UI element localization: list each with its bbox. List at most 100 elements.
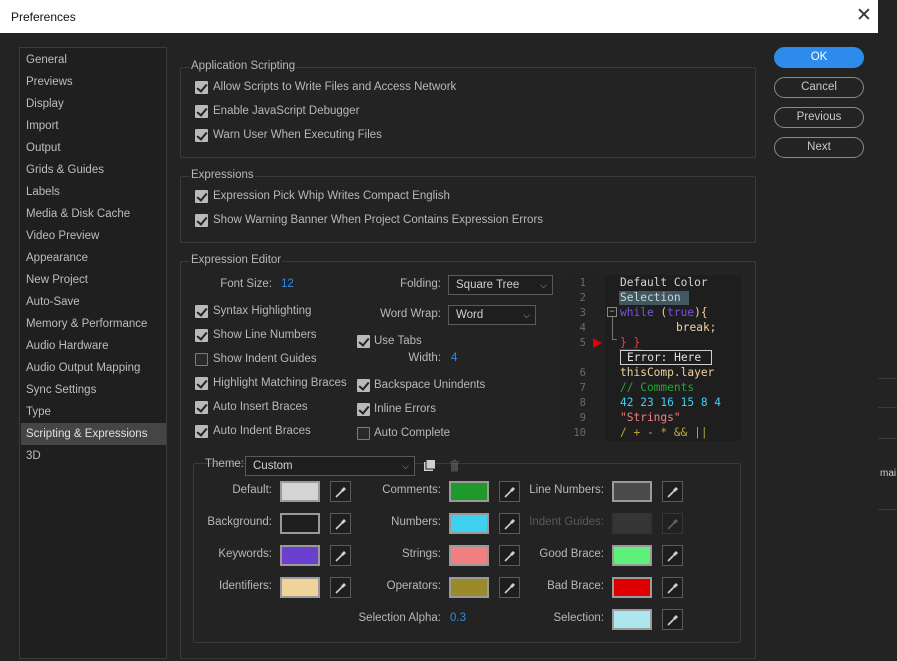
eyedropper-icon[interactable] [330,545,351,566]
theme-label: Theme: [205,458,244,470]
sidebar-item-media-disk-cache[interactable]: Media & Disk Cache [21,203,166,225]
show-indent-guides-checkbox[interactable] [195,353,208,366]
code-operators: / + - * && || [620,426,708,439]
comments-color-label: Comments: [382,484,441,496]
auto-complete-checkbox[interactable] [357,427,370,440]
close-icon[interactable]: ✕ [852,4,876,28]
backspace-unindents-checkbox[interactable] [357,379,370,392]
sidebar-item-import[interactable]: Import [21,115,166,137]
use-tabs-checkbox[interactable] [357,335,370,348]
show-line-numbers-checkbox[interactable] [195,329,208,342]
eyedropper-icon[interactable] [499,545,520,566]
line-number: 2 [579,292,586,304]
highlight-braces-checkbox[interactable] [195,377,208,390]
font-size-value[interactable]: 12 [281,278,294,290]
sidebar-item-sync-settings[interactable]: Sync Settings [21,379,166,401]
next-button[interactable]: Next [774,137,864,158]
default-color-swatch[interactable] [280,481,320,502]
fold-guide-end [612,339,617,340]
eyedropper-icon[interactable] [499,513,520,534]
application-scripting-title: Application Scripting [190,60,297,72]
comments-color-swatch[interactable] [449,481,489,502]
chevron-down-icon: ⌵ [523,310,530,320]
selection-color-label: Selection: [553,612,604,624]
line-number: 5 [579,337,586,349]
eyedropper-icon[interactable] [662,577,683,598]
auto-indent-braces-checkbox[interactable] [195,425,208,438]
category-list: General Previews Display Import Output G… [19,47,167,659]
sidebar-item-output[interactable]: Output [21,137,166,159]
sidebar-item-type[interactable]: Type [21,401,166,423]
inline-errors-checkbox[interactable] [357,403,370,416]
eyedropper-icon[interactable] [662,481,683,502]
previous-button[interactable]: Previous [774,107,864,128]
eyedropper-icon[interactable] [330,481,351,502]
line-number: 3 [579,307,586,319]
allow-scripts-checkbox[interactable] [195,81,208,94]
sidebar-item-previews[interactable]: Previews [21,71,166,93]
eyedropper-icon[interactable] [662,545,683,566]
line-numbers-color-label: Line Numbers: [529,484,604,496]
save-theme-icon[interactable] [423,459,436,472]
sidebar-item-display[interactable]: Display [21,93,166,115]
sidebar-item-video-preview[interactable]: Video Preview [21,225,166,247]
highlight-braces-label: Highlight Matching Braces [213,377,347,389]
pick-whip-checkbox[interactable] [195,190,208,203]
eyedropper-icon[interactable] [330,577,351,598]
auto-insert-braces-checkbox[interactable] [195,401,208,414]
sidebar-item-audio-hardware[interactable]: Audio Hardware [21,335,166,357]
code-bad-brace: } } [620,336,641,349]
identifiers-color-swatch[interactable] [280,577,320,598]
line-number: 1 [579,277,586,289]
strings-color-label: Strings: [402,548,441,560]
syntax-highlighting-checkbox[interactable] [195,305,208,318]
sidebar-item-new-project[interactable]: New Project [21,269,166,291]
warn-user-checkbox[interactable] [195,129,208,142]
sidebar-item-scripting-expressions[interactable]: Scripting & Expressions [21,423,166,445]
cancel-button[interactable]: Cancel [774,77,864,98]
selection-color-swatch[interactable] [612,609,652,630]
sidebar-item-grids-guides[interactable]: Grids & Guides [21,159,166,181]
strings-color-swatch[interactable] [449,545,489,566]
trash-icon[interactable] [448,459,461,472]
background-color-label: Background: [207,516,272,528]
selection-alpha-value[interactable]: 0.3 [450,612,466,624]
eyedropper-icon[interactable] [662,609,683,630]
eyedropper-icon[interactable] [499,577,520,598]
eyedropper-icon[interactable] [499,481,520,502]
sidebar-item-auto-save[interactable]: Auto-Save [21,291,166,313]
background-color-swatch[interactable] [280,513,320,534]
theme-dropdown[interactable]: Custom ⌵ [245,456,415,476]
fold-toggle-icon[interactable]: − [607,307,617,317]
indent-guides-color-swatch [612,513,652,534]
fold-guide-line [612,317,613,339]
line-number: 6 [579,367,586,379]
keywords-color-swatch[interactable] [280,545,320,566]
numbers-color-swatch[interactable] [449,513,489,534]
sidebar-item-labels[interactable]: Labels [21,181,166,203]
bad-brace-color-swatch[interactable] [612,577,652,598]
enable-debugger-checkbox[interactable] [195,105,208,118]
syntax-highlighting-label: Syntax Highlighting [213,305,312,317]
auto-insert-braces-label: Auto Insert Braces [213,401,308,413]
folding-dropdown[interactable]: Square Tree ⌵ [448,275,553,295]
warning-banner-checkbox[interactable] [195,214,208,227]
word-wrap-dropdown[interactable]: Word ⌵ [448,305,536,325]
eyedropper-icon[interactable] [330,513,351,534]
sidebar-item-3d[interactable]: 3D [21,445,166,467]
show-indent-guides-label: Show Indent Guides [213,353,317,365]
sidebar-item-appearance[interactable]: Appearance [21,247,166,269]
width-value[interactable]: 4 [451,352,457,364]
chevron-down-icon: ⌵ [402,461,409,471]
ok-button[interactable]: OK [774,47,864,68]
sidebar-item-audio-output-mapping[interactable]: Audio Output Mapping [21,357,166,379]
good-brace-color-swatch[interactable] [612,545,652,566]
font-size-label: Font Size: [220,278,272,290]
line-numbers-color-swatch[interactable] [612,481,652,502]
indent-guides-color-label: Indent Guides: [529,516,604,528]
sidebar-item-general[interactable]: General [21,49,166,71]
default-color-label: Default: [232,484,272,496]
code-selection: Selection [620,291,681,304]
operators-color-swatch[interactable] [449,577,489,598]
sidebar-item-memory-performance[interactable]: Memory & Performance [21,313,166,335]
